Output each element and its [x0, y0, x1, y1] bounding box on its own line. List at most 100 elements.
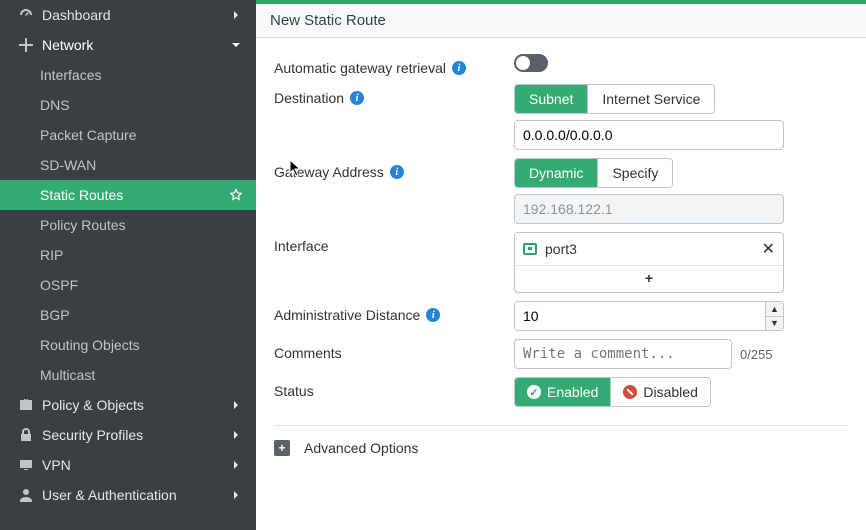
- chevron-right-icon: [228, 400, 244, 410]
- gateway-input: [514, 194, 784, 224]
- chevron-down-icon: [228, 40, 244, 50]
- sidebar: Dashboard Network Interfaces DNS Packet Capt…: [0, 0, 256, 530]
- row-comments: Comments 0/255: [274, 339, 848, 369]
- chevron-right-icon: [228, 430, 244, 440]
- chevron-right-icon: [228, 10, 244, 20]
- admin-distance-input[interactable]: [515, 302, 765, 330]
- sidebar-item-label: Interfaces: [40, 67, 244, 83]
- sidebar-item-label: VPN: [42, 457, 228, 473]
- sidebar-item-dns[interactable]: DNS: [0, 90, 256, 120]
- briefcase-icon: [16, 397, 36, 413]
- stepper-up[interactable]: ▲: [766, 302, 783, 316]
- sidebar-item-policy-objects[interactable]: Policy & Objects: [0, 390, 256, 420]
- admin-distance-label: Administrative Distance i: [274, 301, 514, 323]
- sidebar-item-interfaces[interactable]: Interfaces: [0, 60, 256, 90]
- status-enabled-button[interactable]: ✓ Enabled: [515, 378, 610, 406]
- gateway-label: Gateway Address i: [274, 158, 514, 180]
- sidebar-item-bgp[interactable]: BGP: [0, 300, 256, 330]
- sidebar-item-label: SD-WAN: [40, 157, 244, 173]
- gateway-mode-specify[interactable]: Specify: [597, 159, 672, 187]
- sidebar-item-packet-capture[interactable]: Packet Capture: [0, 120, 256, 150]
- auto-gateway-label-text: Automatic gateway retrieval: [274, 60, 446, 76]
- page-title: New Static Route: [256, 4, 866, 38]
- sidebar-item-label: RIP: [40, 247, 244, 263]
- gateway-mode-dynamic[interactable]: Dynamic: [515, 159, 597, 187]
- interface-remove-button[interactable]: ✕: [762, 239, 775, 259]
- status-disabled-text: Disabled: [643, 384, 697, 400]
- sidebar-item-policy-routes[interactable]: Policy Routes: [0, 210, 256, 240]
- info-icon[interactable]: i: [452, 61, 466, 75]
- destination-input[interactable]: [514, 120, 784, 150]
- chevron-right-icon: [228, 490, 244, 500]
- sidebar-item-routing-objects[interactable]: Routing Objects: [0, 330, 256, 360]
- row-auto-gateway: Automatic gateway retrieval i: [274, 54, 848, 76]
- interface-label: Interface: [274, 232, 514, 254]
- auto-gateway-label: Automatic gateway retrieval i: [274, 54, 514, 76]
- row-destination: Destination i Subnet Internet Service: [274, 84, 848, 114]
- sidebar-item-sd-wan[interactable]: SD-WAN: [0, 150, 256, 180]
- row-gateway: Gateway Address i Dynamic Specify: [274, 158, 848, 188]
- destination-mode-subnet[interactable]: Subnet: [515, 85, 587, 113]
- disable-icon: [623, 385, 637, 399]
- sidebar-item-security-profiles[interactable]: Security Profiles: [0, 420, 256, 450]
- status-enabled-text: Enabled: [547, 384, 598, 400]
- sidebar-item-vpn[interactable]: VPN: [0, 450, 256, 480]
- form: Automatic gateway retrieval i Destinatio…: [256, 38, 866, 456]
- interface-label-text: Interface: [274, 238, 328, 254]
- sidebar-item-label: OSPF: [40, 277, 244, 293]
- chevron-right-icon: [228, 460, 244, 470]
- destination-label: Destination i: [274, 84, 514, 106]
- user-icon: [16, 487, 36, 503]
- row-admin-distance: Administrative Distance i ▲ ▼: [274, 301, 848, 331]
- dashboard-icon: [16, 7, 36, 23]
- sidebar-item-label: Network: [42, 37, 228, 53]
- sidebar-item-label: Dashboard: [42, 7, 228, 23]
- sidebar-item-label: BGP: [40, 307, 244, 323]
- interface-selected-text: port3: [545, 241, 577, 257]
- favorite-star-icon[interactable]: [228, 188, 244, 202]
- destination-mode-segmented: Subnet Internet Service: [514, 84, 715, 114]
- comments-input[interactable]: [514, 339, 732, 369]
- sidebar-item-label: Multicast: [40, 367, 244, 383]
- comments-counter: 0/255: [740, 347, 773, 362]
- port-icon: [523, 243, 537, 255]
- sidebar-item-label: Routing Objects: [40, 337, 244, 353]
- stepper-down[interactable]: ▼: [766, 316, 783, 331]
- sidebar-item-label: Policy Routes: [40, 217, 244, 233]
- destination-mode-internet-service[interactable]: Internet Service: [587, 85, 714, 113]
- sidebar-item-dashboard[interactable]: Dashboard: [0, 0, 256, 30]
- sidebar-item-label: Static Routes: [40, 187, 228, 203]
- status-disabled-button[interactable]: Disabled: [610, 378, 709, 406]
- sidebar-item-network[interactable]: Network: [0, 30, 256, 60]
- auto-gateway-toggle[interactable]: [514, 54, 548, 72]
- sidebar-item-ospf[interactable]: OSPF: [0, 270, 256, 300]
- comments-label: Comments: [274, 339, 514, 361]
- info-icon[interactable]: i: [390, 165, 404, 179]
- interface-selector: port3 ✕ +: [514, 232, 784, 293]
- sidebar-item-static-routes[interactable]: Static Routes: [0, 180, 256, 210]
- interface-add-button[interactable]: +: [515, 265, 783, 292]
- info-icon[interactable]: i: [426, 308, 440, 322]
- advanced-options-label: Advanced Options: [304, 440, 418, 456]
- main-content: New Static Route Automatic gateway retri…: [256, 0, 866, 530]
- sidebar-item-user-auth[interactable]: User & Authentication: [0, 480, 256, 510]
- sidebar-item-rip[interactable]: RIP: [0, 240, 256, 270]
- sidebar-item-label: DNS: [40, 97, 244, 113]
- sidebar-item-label: Packet Capture: [40, 127, 244, 143]
- info-icon[interactable]: i: [350, 91, 364, 105]
- status-label: Status: [274, 377, 514, 399]
- advanced-options-toggle[interactable]: + Advanced Options: [274, 425, 848, 456]
- destination-label-text: Destination: [274, 90, 344, 106]
- network-icon: [16, 37, 36, 53]
- row-interface: Interface port3 ✕ +: [274, 232, 848, 293]
- row-status: Status ✓ Enabled Disabled: [274, 377, 848, 407]
- admin-distance-label-text: Administrative Distance: [274, 307, 420, 323]
- comments-label-text: Comments: [274, 345, 342, 361]
- check-icon: ✓: [527, 385, 541, 399]
- monitor-icon: [16, 457, 36, 473]
- gateway-mode-segmented: Dynamic Specify: [514, 158, 673, 188]
- interface-selected-row[interactable]: port3 ✕: [515, 233, 783, 265]
- admin-distance-stepper[interactable]: ▲ ▼: [514, 301, 784, 331]
- sidebar-item-multicast[interactable]: Multicast: [0, 360, 256, 390]
- plus-icon: +: [274, 440, 290, 456]
